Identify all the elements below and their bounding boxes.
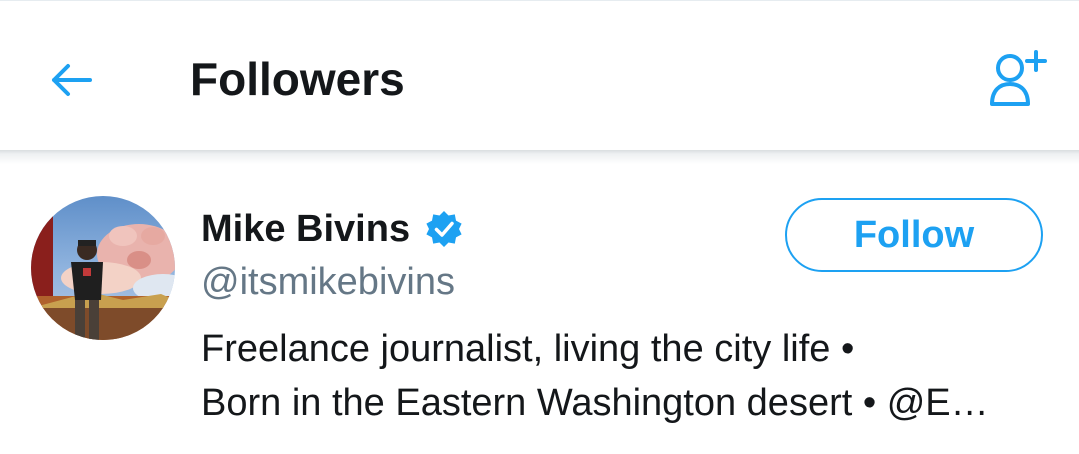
- verified-badge-icon: [426, 211, 462, 247]
- add-user-button[interactable]: [978, 39, 1058, 119]
- arrow-left-icon: [52, 64, 92, 96]
- header-divider: [0, 150, 1079, 164]
- avatar[interactable]: [31, 196, 175, 340]
- page-title: Followers: [190, 53, 405, 105]
- user-handle: @itsmikebivins: [201, 261, 455, 303]
- add-user-icon: [990, 50, 1047, 106]
- list-item[interactable]: Mike Bivins @itsmikebivins Follow Freela…: [0, 164, 1079, 454]
- avatar-image: [31, 196, 175, 340]
- user-name-line: Mike Bivins: [201, 205, 464, 253]
- user-bio: Freelance journalist, living the city li…: [201, 322, 1051, 430]
- follow-button[interactable]: Follow: [785, 198, 1043, 272]
- back-button[interactable]: [36, 45, 106, 115]
- bio-line-1: Freelance journalist, living the city li…: [201, 328, 855, 370]
- user-name: Mike Bivins: [201, 207, 411, 250]
- bio-line-2: Born in the Eastern Washington desert • …: [201, 382, 989, 424]
- top-app-bar: Followers: [0, 0, 1079, 151]
